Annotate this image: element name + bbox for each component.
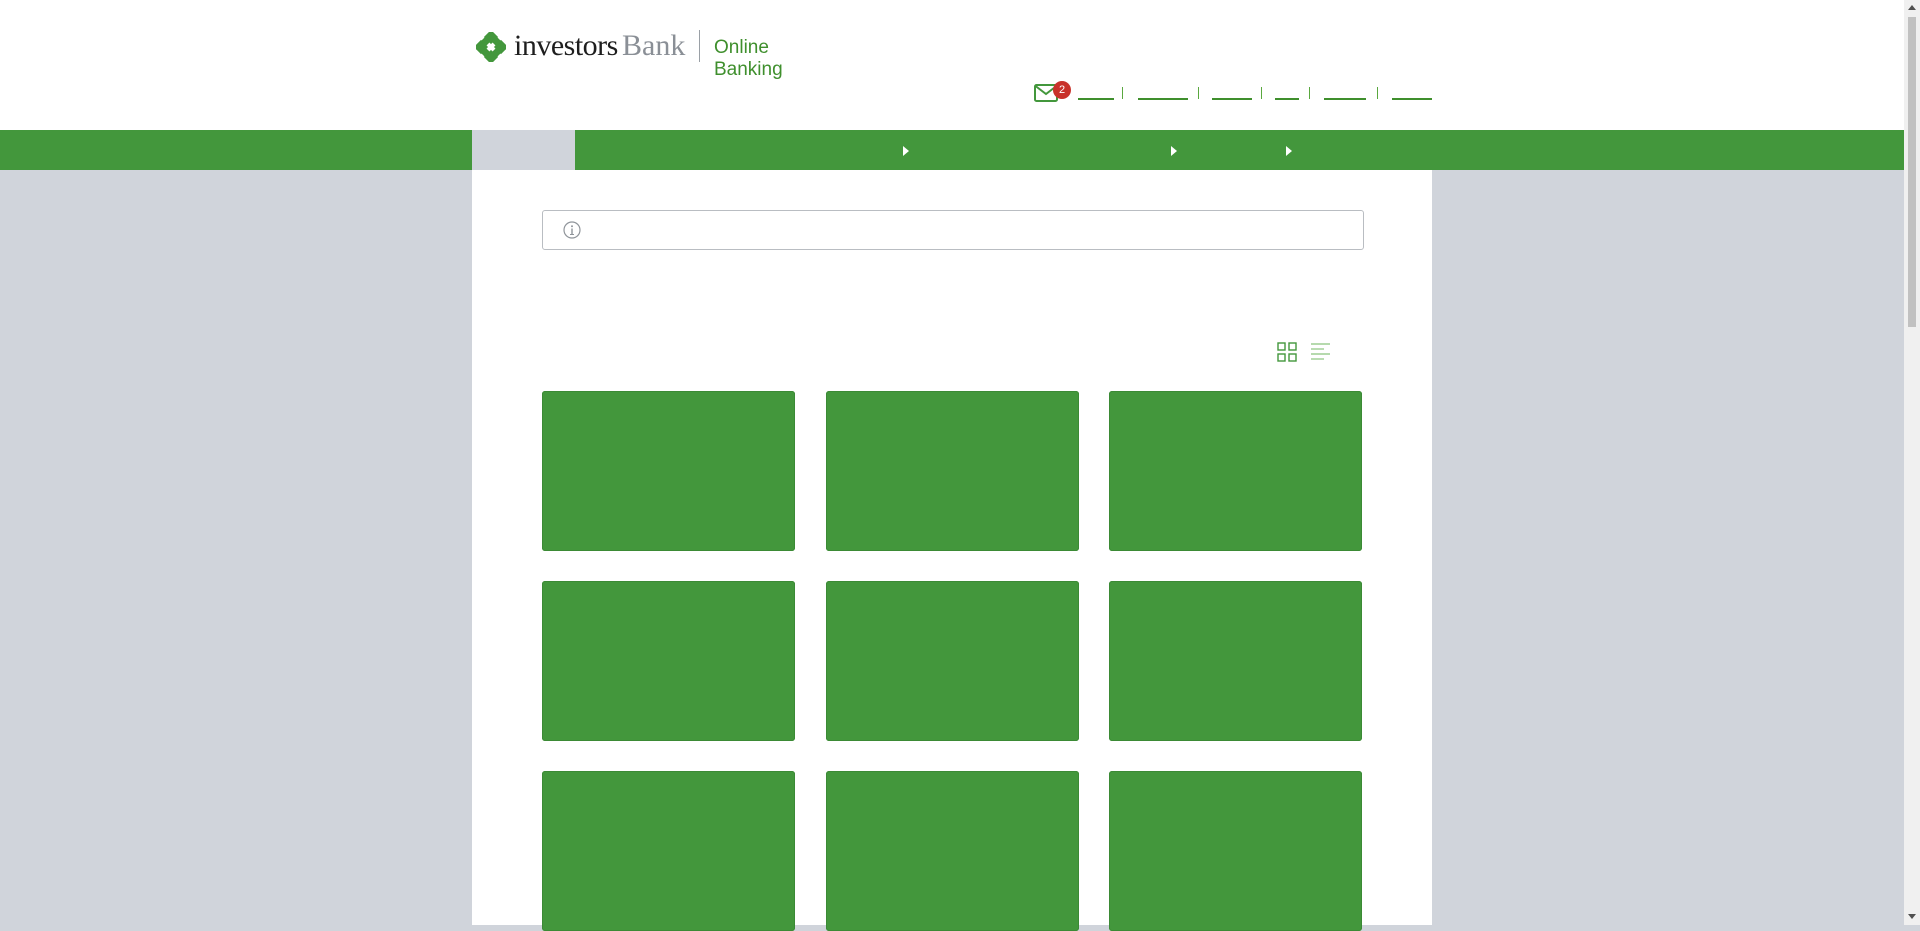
- account-tile[interactable]: [1109, 391, 1362, 551]
- nav-dropdown-arrow-icon[interactable]: [1171, 146, 1177, 156]
- scroll-up-arrow-icon[interactable]: [1908, 5, 1916, 10]
- utility-separator: [1122, 87, 1123, 99]
- utility-separator: [1261, 87, 1262, 99]
- account-tile[interactable]: [542, 581, 795, 741]
- online-banking-title: Online Banking: [714, 37, 783, 80]
- info-icon: [563, 221, 581, 239]
- nav-dropdown-arrow-icon[interactable]: [1286, 146, 1292, 156]
- main-content: [472, 170, 1432, 931]
- account-tiles-grid: [542, 391, 1362, 931]
- utility-link-5[interactable]: [1324, 98, 1366, 100]
- utility-link-3[interactable]: [1212, 98, 1252, 100]
- account-tile[interactable]: [542, 391, 795, 551]
- account-tile[interactable]: [1109, 581, 1362, 741]
- vertical-scrollbar[interactable]: [1904, 0, 1920, 925]
- grid-view-icon[interactable]: [1276, 341, 1298, 363]
- account-tile[interactable]: [825, 581, 1079, 741]
- account-tile[interactable]: [542, 771, 795, 931]
- clover-logo-icon: [476, 32, 506, 62]
- main-navigation-bar: [0, 130, 1904, 170]
- logo-word-bank: Bank: [622, 29, 686, 62]
- account-tile[interactable]: [825, 771, 1079, 931]
- logo-divider: [699, 30, 700, 62]
- utility-separator: [1377, 87, 1378, 99]
- list-view-icon[interactable]: [1310, 341, 1332, 363]
- utility-separator: [1198, 87, 1199, 99]
- account-tile[interactable]: [1109, 771, 1362, 931]
- unread-count-badge: 2: [1053, 81, 1071, 99]
- site-header: investors Bank Online Banking 2: [0, 0, 1904, 130]
- scroll-down-arrow-icon[interactable]: [1908, 914, 1916, 919]
- utility-separator: [1309, 87, 1310, 99]
- info-notice-box: [542, 210, 1364, 250]
- nav-dropdown-arrow-icon[interactable]: [903, 146, 909, 156]
- account-tile[interactable]: [825, 391, 1079, 551]
- nav-item-home-active[interactable]: [472, 130, 575, 170]
- messages-button[interactable]: 2: [1034, 81, 1071, 102]
- scrollbar-thumb[interactable]: [1908, 17, 1916, 327]
- utility-link-6[interactable]: [1392, 98, 1432, 100]
- utility-link-2[interactable]: [1138, 98, 1188, 100]
- logo-word-investors: investors: [514, 29, 618, 62]
- utility-link-1[interactable]: [1078, 98, 1114, 100]
- utility-link-4[interactable]: [1275, 98, 1299, 100]
